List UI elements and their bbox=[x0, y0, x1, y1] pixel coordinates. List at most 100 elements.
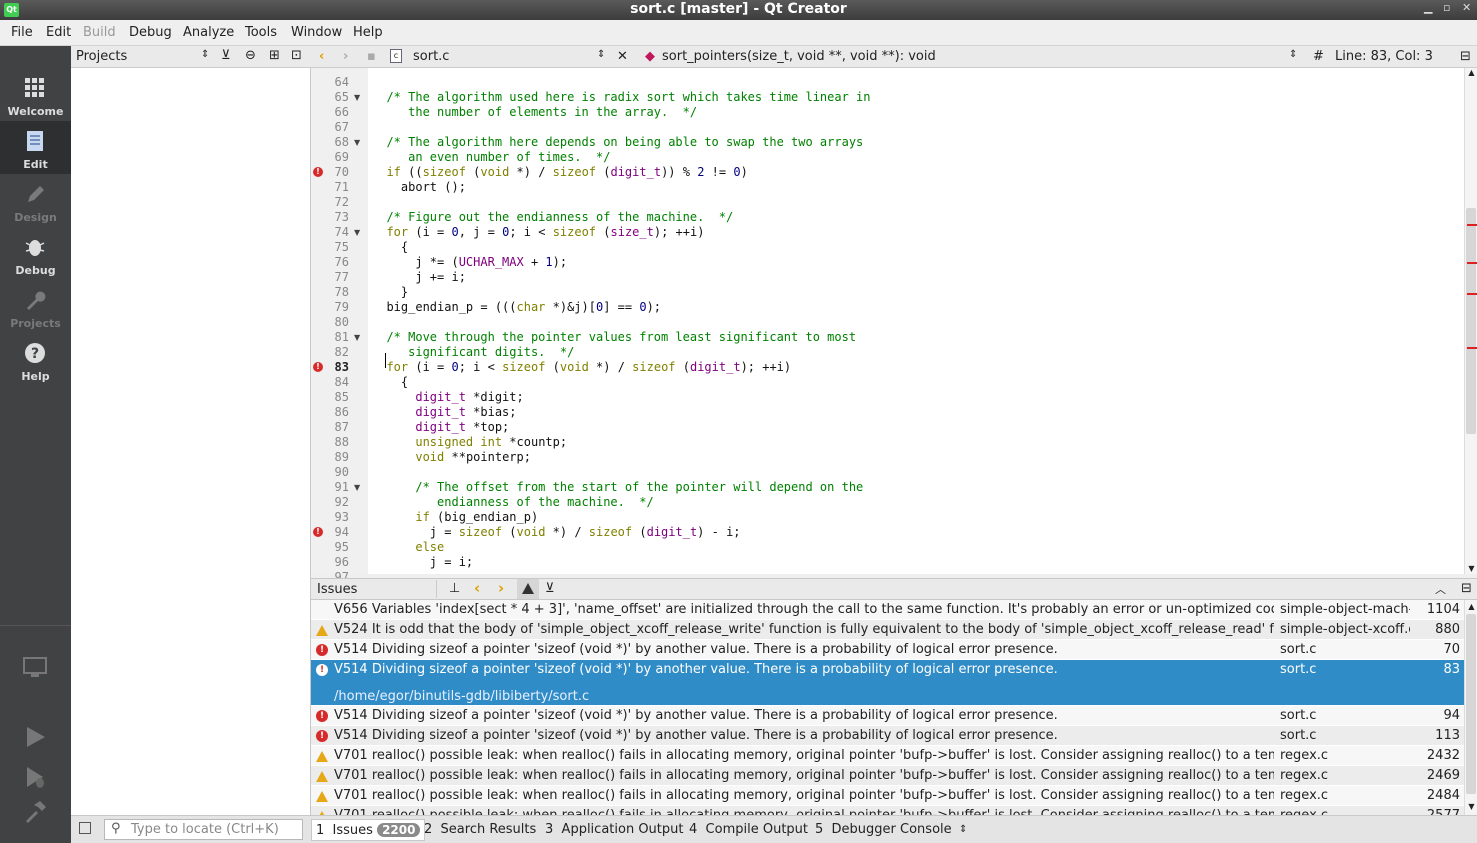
menu-edit[interactable]: Edit bbox=[46, 25, 71, 40]
chevron-updown-icon[interactable]: ⇕ bbox=[201, 49, 209, 60]
close-panel-icon[interactable]: ⊟ bbox=[1461, 581, 1472, 596]
output-tab-issues[interactable]: 1 Issues 2200 bbox=[311, 819, 426, 841]
error-mark-icon[interactable]: ! bbox=[313, 362, 323, 372]
issue-row[interactable]: ! V514 Dividing sizeof a pointer 'sizeof … bbox=[311, 660, 1464, 706]
line-number[interactable]: 78 bbox=[311, 285, 349, 300]
code-line[interactable]: the number of elements in the array. */ bbox=[372, 105, 697, 120]
code-line[interactable]: j *= (UCHAR_MAX + 1); bbox=[372, 255, 567, 270]
chevron-updown-icon[interactable]: ⇕ bbox=[597, 49, 605, 60]
output-tab-search-results[interactable]: 2 Search Results bbox=[424, 822, 536, 837]
projects-tree[interactable] bbox=[71, 68, 311, 815]
issue-row[interactable]: V701 realloc() possible leak: when reall… bbox=[311, 746, 1464, 766]
menu-debug[interactable]: Debug bbox=[129, 25, 172, 40]
line-number[interactable]: 87 bbox=[311, 420, 349, 435]
link-icon[interactable]: ⊖ bbox=[245, 48, 256, 63]
line-number-gutter[interactable]: 64 65 ▼ 66 67 68 ▼ 69 70! 71 72 73 74 ▼ 75 76 77 78 79 80 81… bbox=[311, 68, 368, 584]
code-editor[interactable]: /* The algorithm used here is radix sort… bbox=[368, 68, 1464, 574]
code-line[interactable]: big_endian_p = (((char *)&j)[0] == 0); bbox=[372, 300, 661, 315]
chevron-updown-icon[interactable]: ⇕ bbox=[1289, 49, 1297, 60]
hash-symbol[interactable]: # bbox=[1313, 49, 1324, 64]
close-icon[interactable]: ✕ bbox=[1462, 1, 1471, 14]
mode-welcome[interactable]: Welcome bbox=[0, 68, 71, 121]
mode-debug[interactable]: Debug bbox=[0, 227, 71, 280]
mode-design[interactable]: Design bbox=[0, 174, 71, 227]
line-number[interactable]: 74 bbox=[311, 225, 349, 240]
scroll-down-icon[interactable]: ▼ bbox=[1466, 564, 1477, 574]
build-hammer-icon[interactable] bbox=[22, 799, 48, 825]
error-mark-icon[interactable]: ! bbox=[313, 167, 323, 177]
code-line[interactable]: { bbox=[372, 375, 408, 390]
code-line[interactable]: j += i; bbox=[372, 270, 466, 285]
output-tab-application-output[interactable]: 3 Application Output bbox=[545, 822, 683, 837]
issue-row[interactable]: ! V514 Dividing sizeof a pointer 'sizeof … bbox=[311, 726, 1464, 746]
scroll-down-icon[interactable]: ▼ bbox=[1466, 802, 1477, 811]
code-line[interactable]: { bbox=[372, 240, 408, 255]
issue-path[interactable]: /home/egor/binutils-gdb/libiberty/sort.c bbox=[334, 689, 589, 704]
issue-row[interactable]: V524 It is odd that the body of 'simple_… bbox=[311, 620, 1464, 640]
code-line[interactable]: for (i = 0; i < sizeof (void *) / sizeof… bbox=[372, 360, 791, 375]
line-number[interactable]: 90 bbox=[311, 465, 349, 480]
code-line[interactable]: an even number of times. */ bbox=[372, 150, 610, 165]
function-selector[interactable]: sort_pointers(size_t, void **, void **):… bbox=[662, 49, 936, 64]
fold-arrow-icon[interactable]: ▼ bbox=[354, 480, 360, 495]
code-line[interactable]: /* The algorithm used here is radix sort… bbox=[372, 90, 870, 105]
issues-scrollbar[interactable]: ▲ ▼ bbox=[1464, 600, 1477, 815]
output-tab-compile-output[interactable]: 4 Compile Output bbox=[689, 822, 808, 837]
code-line[interactable]: unsigned int *countp; bbox=[372, 435, 567, 450]
issue-row[interactable]: V656 Variables 'index[sect * 4 + 3]', 'n… bbox=[311, 600, 1464, 620]
line-number[interactable]: 72 bbox=[311, 195, 349, 210]
scroll-thumb[interactable] bbox=[1466, 614, 1476, 794]
code-line[interactable]: endianness of the machine. */ bbox=[372, 495, 654, 510]
line-number[interactable]: 66 bbox=[311, 105, 349, 120]
line-number[interactable]: 75 bbox=[311, 240, 349, 255]
output-tab-debugger-console[interactable]: 5 Debugger Console bbox=[815, 822, 952, 837]
code-line[interactable]: abort (); bbox=[372, 180, 466, 195]
code-line[interactable]: if ((sizeof (void *) / sizeof (digit_t))… bbox=[372, 165, 747, 180]
error-marker[interactable] bbox=[1467, 347, 1477, 349]
error-marker[interactable] bbox=[1467, 293, 1477, 295]
line-number[interactable]: 71 bbox=[311, 180, 349, 195]
mode-projects[interactable]: Projects bbox=[0, 280, 71, 333]
scroll-up-icon[interactable]: ▲ bbox=[1466, 68, 1477, 78]
line-number[interactable]: 80 bbox=[311, 315, 349, 330]
fold-arrow-icon[interactable]: ▼ bbox=[354, 135, 360, 150]
line-number[interactable]: 85 bbox=[311, 390, 349, 405]
menu-analyze[interactable]: Analyze bbox=[183, 25, 234, 40]
code-line[interactable]: void **pointerp; bbox=[372, 450, 531, 465]
line-number[interactable]: 64 bbox=[311, 75, 349, 90]
code-line[interactable]: /* The algorithm here depends on being a… bbox=[372, 135, 863, 150]
menu-tools[interactable]: Tools bbox=[245, 25, 277, 40]
line-number[interactable]: 89 bbox=[311, 450, 349, 465]
maximize-panel-icon[interactable]: ︿ bbox=[1435, 581, 1446, 597]
editor-scrollbar[interactable]: ▲ ▼ bbox=[1464, 68, 1477, 574]
line-number[interactable]: 76 bbox=[311, 255, 349, 270]
code-line[interactable]: digit_t *bias; bbox=[372, 405, 516, 420]
back-icon[interactable]: ‹ bbox=[319, 49, 324, 64]
prev-issue-icon[interactable]: ‹ bbox=[474, 579, 480, 597]
filter-icon[interactable]: ⊻ bbox=[545, 581, 555, 596]
code-line[interactable]: significant digits. */ bbox=[372, 345, 574, 360]
scroll-up-icon[interactable]: ▲ bbox=[1466, 602, 1477, 611]
line-number[interactable]: 79 bbox=[311, 300, 349, 315]
monitor-icon[interactable] bbox=[22, 654, 48, 680]
line-number[interactable]: 81 bbox=[311, 330, 349, 345]
clean-icon[interactable]: ⊥ bbox=[449, 581, 460, 596]
line-number[interactable]: 93 bbox=[311, 510, 349, 525]
error-marker[interactable] bbox=[1467, 262, 1477, 264]
code-line[interactable]: digit_t *digit; bbox=[372, 390, 523, 405]
code-line[interactable]: j = i; bbox=[372, 555, 473, 570]
file-selector[interactable]: sort.c bbox=[413, 49, 449, 64]
menu-window[interactable]: Window bbox=[291, 25, 342, 40]
minimize-icon[interactable]: ▁ bbox=[1424, 1, 1432, 14]
lock-icon[interactable]: ▪ bbox=[367, 49, 376, 64]
code-line[interactable]: /* The offset from the start of the poin… bbox=[372, 480, 863, 495]
code-line[interactable]: /* Move through the pointer values from … bbox=[372, 330, 856, 345]
issue-row[interactable]: ! V514 Dividing sizeof a pointer 'sizeof … bbox=[311, 706, 1464, 726]
run-icon[interactable] bbox=[22, 724, 48, 750]
error-mark-icon[interactable]: ! bbox=[313, 527, 323, 537]
line-number[interactable]: 92 bbox=[311, 495, 349, 510]
close-pane-icon[interactable]: ⊡ bbox=[291, 48, 302, 63]
menu-build[interactable]: Build bbox=[83, 25, 116, 40]
debug-run-icon[interactable] bbox=[22, 764, 48, 790]
menu-help[interactable]: Help bbox=[353, 25, 383, 40]
